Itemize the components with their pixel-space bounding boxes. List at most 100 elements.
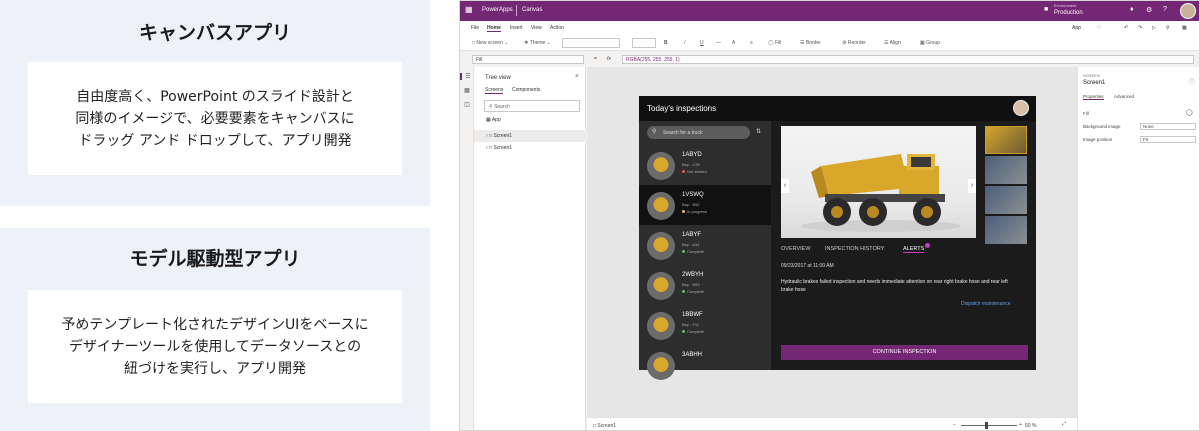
tree-item-screen[interactable]: › □ Screen1	[474, 130, 586, 142]
tree-view-icon[interactable]: ☰	[460, 73, 474, 80]
group-button[interactable]: ▦ Group	[920, 40, 940, 46]
truck-list-item[interactable]: 1ABYF Bay - A34 Complete	[639, 225, 771, 265]
selected-screen-name: Screen1	[1083, 80, 1106, 86]
tree-search-input[interactable]: ⚲ Search	[484, 100, 580, 112]
theme-button[interactable]: ❖ Theme ⌄	[524, 40, 551, 46]
status-dot	[682, 370, 685, 373]
bold-icon[interactable]: B	[664, 40, 668, 46]
fill-color-picker-icon[interactable]: ◯	[1186, 109, 1193, 116]
tab-components[interactable]: Components	[512, 87, 540, 93]
canvas-app-panel: キャンバスアプリ 自由度高く、PowerPoint のスライド設計と 同様のイメ…	[0, 0, 430, 206]
save-icon[interactable]: ▩	[1182, 25, 1187, 31]
font-size-dropdown[interactable]	[632, 38, 656, 48]
new-screen-button[interactable]: □ New screen ⌄	[472, 40, 508, 46]
reorder-button[interactable]: ⚙ Reorder	[842, 40, 866, 46]
dispatch-maintenance-link[interactable]: Dispatch maintenance	[961, 301, 1010, 307]
app-checker-icon[interactable]: ♡	[1097, 25, 1101, 31]
environment-value[interactable]: Production	[1054, 10, 1083, 16]
strikethrough-icon[interactable]: —	[716, 40, 721, 46]
sort-icon[interactable]: ⇅	[756, 128, 761, 135]
previous-image-button[interactable]: ‹	[781, 179, 789, 193]
fill-button[interactable]: ◯ Fill	[768, 40, 781, 46]
truck-list-item[interactable]: 3ABHH	[639, 345, 771, 385]
notification-icon[interactable]: ♦	[1130, 6, 1134, 13]
tab-overview[interactable]: OVERVIEW	[781, 246, 811, 252]
fit-to-window-icon[interactable]: ⤢	[1062, 421, 1066, 427]
inspection-date: 09/23/2017 at 11:00 AM	[781, 263, 834, 269]
menu-bar: File Home Insert View Action App ♡ ↶ ↷ ▷…	[460, 21, 1199, 35]
menu-insert[interactable]: Insert	[510, 25, 523, 31]
truck-status-text: Complete	[687, 249, 705, 254]
section-name: Canvas	[522, 7, 543, 13]
font-color-icon[interactable]: A	[732, 40, 735, 46]
tree-item-app[interactable]: ▦ App	[486, 117, 501, 123]
thumbnail-image[interactable]	[985, 156, 1027, 184]
truck-list-item[interactable]: 2WBYH Bay - B53 Complete	[639, 265, 771, 305]
insert-icon[interactable]: ▦	[460, 87, 474, 94]
truck-detail: ‹ › OVERVIEW INSPECTION HISTORY ALERTS 0…	[771, 121, 1036, 370]
gear-icon[interactable]: ⚙	[1146, 6, 1152, 14]
truck-status: Not started	[682, 169, 707, 174]
underline-icon[interactable]: U	[700, 40, 704, 46]
zoom-slider[interactable]	[961, 425, 1017, 426]
screen-avatar[interactable]	[1013, 100, 1029, 116]
italic-icon[interactable]: /	[684, 40, 685, 46]
menu-view[interactable]: View	[531, 25, 542, 31]
app-label[interactable]: App	[1072, 25, 1081, 31]
truck-list-item[interactable]: 1BBWF Bay - F11 Complete	[639, 305, 771, 345]
share-icon[interactable]: ⚲	[1166, 25, 1170, 31]
app-launcher-icon[interactable]: ▦	[465, 6, 473, 14]
truck-main-image: ‹ ›	[781, 126, 976, 238]
status-dot	[682, 170, 685, 174]
truck-list-item[interactable]: 1ABYD Bay - C35 Not started	[639, 145, 771, 185]
user-avatar[interactable]	[1180, 3, 1196, 19]
redo-icon[interactable]: ↷	[1138, 25, 1142, 31]
help-icon[interactable]: ?	[1163, 6, 1167, 13]
truck-search-input[interactable]: ⚲ Search for a truck	[647, 126, 750, 139]
menu-home[interactable]: Home	[487, 25, 501, 32]
background-image-dropdown[interactable]: None	[1140, 123, 1196, 130]
canvas-app-description: 自由度高く、PowerPoint のスライド設計と 同様のイメージで、必要要素を…	[28, 62, 402, 175]
fill-property-label: Fill	[1083, 111, 1089, 116]
menu-action[interactable]: Action	[550, 25, 564, 31]
powerapps-studio-window: ▦ PowerApps Canvas ■ Environment Product…	[459, 0, 1200, 431]
continue-inspection-button[interactable]: CONTINUE INSPECTION	[781, 345, 1028, 360]
data-icon[interactable]: ◫	[460, 101, 474, 108]
fx-icon[interactable]: fx	[607, 56, 611, 62]
truck-status-text: Not started	[687, 169, 707, 174]
tab-screens[interactable]: Screens	[485, 87, 504, 94]
current-screen[interactable]: □ Screen1	[593, 423, 616, 429]
equals-sign: =	[594, 56, 597, 62]
zoom-out-icon[interactable]: −	[953, 422, 956, 428]
thumbnail-image[interactable]	[985, 216, 1027, 244]
border-button[interactable]: ☰ Border	[800, 40, 821, 46]
play-icon[interactable]: ▷	[1152, 25, 1156, 31]
truck-illustration	[801, 154, 961, 232]
image-position-dropdown[interactable]: Fit	[1140, 136, 1196, 143]
zoom-slider-thumb[interactable]	[985, 422, 988, 429]
zoom-in-icon[interactable]: +	[1019, 422, 1022, 428]
next-image-button[interactable]: ›	[968, 179, 976, 193]
tree-item-screen[interactable]: › □ Screen1	[474, 142, 586, 154]
help-icon[interactable]: ⓘ	[1189, 77, 1195, 86]
font-dropdown[interactable]	[562, 38, 620, 48]
app-screen-preview[interactable]: Today's inspections ⚲ Search for a truck…	[639, 96, 1036, 380]
align-button[interactable]: ☰ Align	[884, 40, 901, 46]
tab-properties[interactable]: Properties	[1083, 94, 1104, 100]
truck-id: 1ABYD	[682, 152, 702, 158]
thumbnail-image[interactable]	[985, 186, 1027, 214]
model-desc-line: デザイナーツールを使用してデータソースとの	[68, 338, 362, 355]
tab-inspection-history[interactable]: INSPECTION HISTORY	[825, 246, 884, 252]
formula-input[interactable]: RGBA(255, 255, 255, 1)	[622, 55, 1194, 64]
menu-file[interactable]: File	[471, 25, 479, 31]
undo-icon[interactable]: ↶	[1124, 25, 1128, 31]
alert-badge	[925, 243, 930, 248]
model-desc-line: 紐づけを実行し、アプリ開発	[124, 360, 306, 377]
property-dropdown[interactable]: Fill	[472, 55, 584, 64]
tab-alerts[interactable]: ALERTS	[903, 246, 925, 253]
tab-advanced[interactable]: Advanced	[1114, 94, 1134, 99]
thumbnail-image[interactable]	[985, 126, 1027, 154]
align-text-icon[interactable]: ≡	[750, 40, 753, 46]
truck-list-item[interactable]: 1VSWQ Bay - B52 In progress	[639, 185, 771, 225]
close-icon[interactable]: ×	[575, 73, 579, 80]
